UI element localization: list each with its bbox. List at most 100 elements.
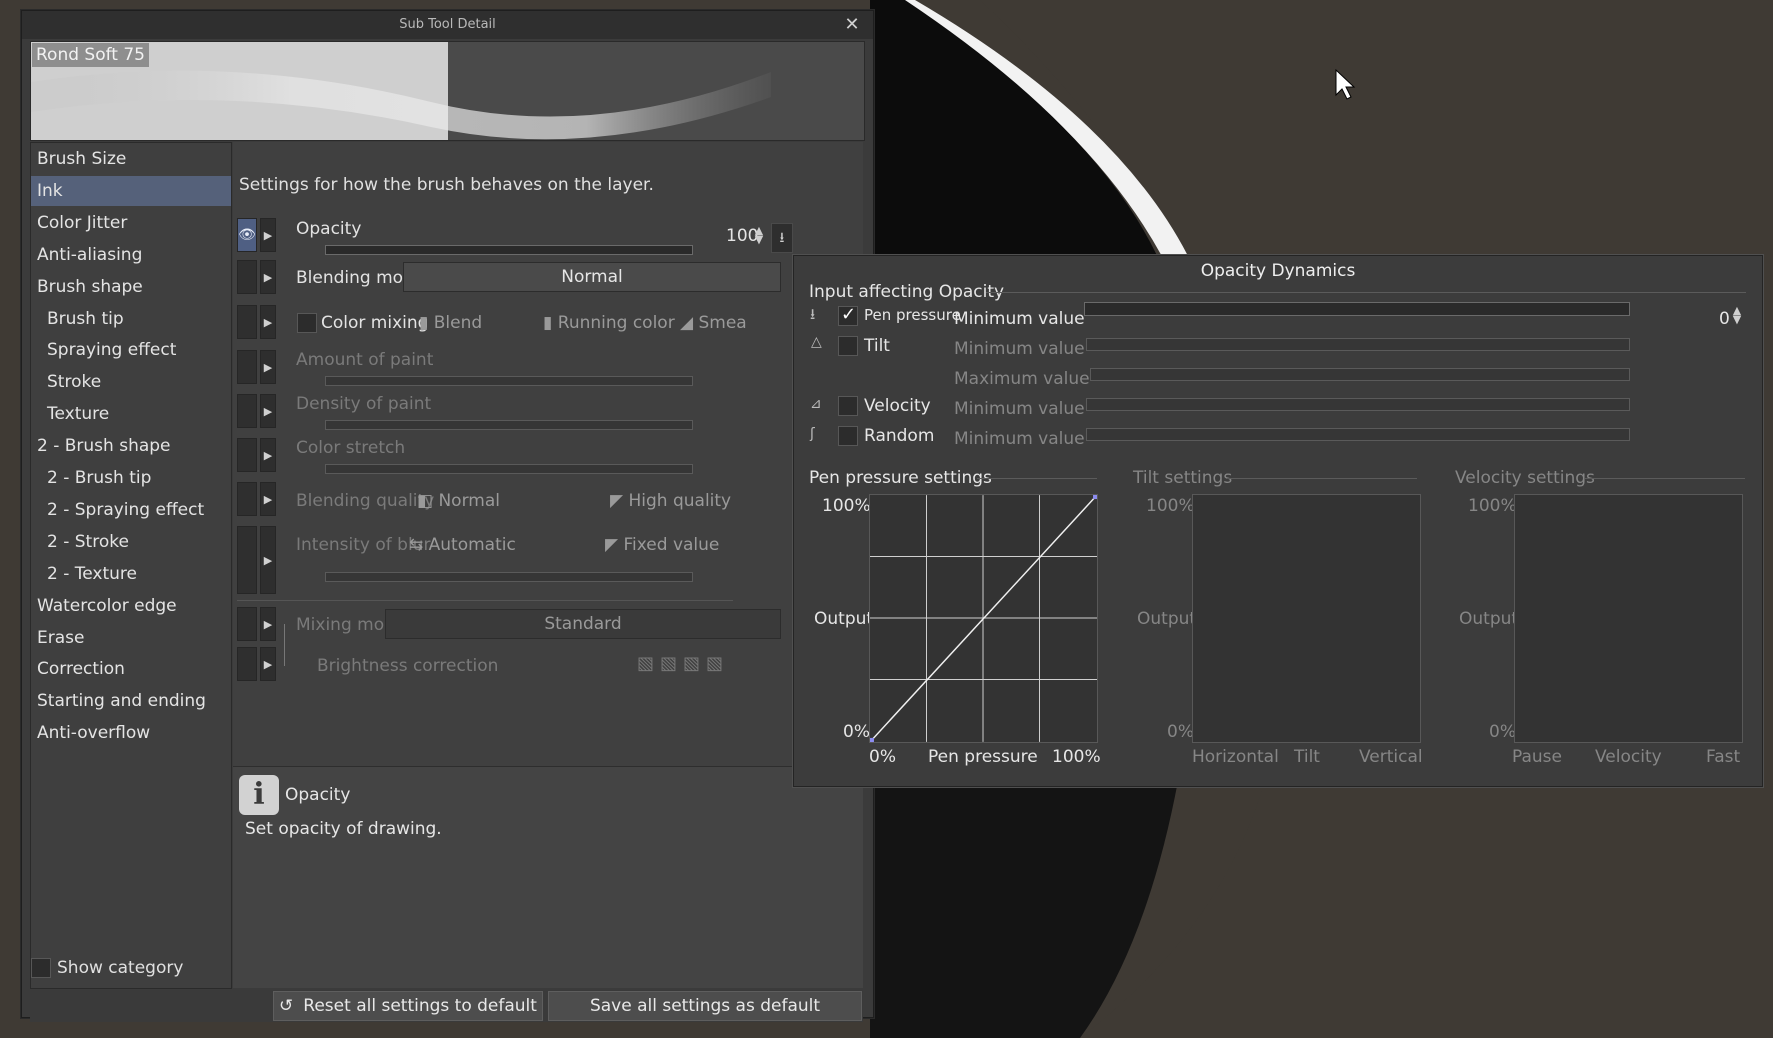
- pen-pressure-spinner[interactable]: ▲ ▼: [1731, 305, 1743, 325]
- vel-x-left: Pause: [1512, 747, 1562, 767]
- category-item[interactable]: Anti-aliasing: [31, 240, 231, 270]
- velocity-min-slider[interactable]: [1086, 398, 1630, 411]
- mixing-mode-expand-arrow[interactable]: ▶: [260, 607, 276, 641]
- tilt-x-left: Horizontal: [1192, 747, 1279, 767]
- tilt-max-slider[interactable]: [1090, 368, 1630, 381]
- blending-quality-eye[interactable]: [237, 482, 257, 516]
- category-item[interactable]: Erase: [31, 623, 231, 653]
- reset-label: Reset all settings to default: [303, 996, 537, 1016]
- running-color-option[interactable]: ▮ Running color: [543, 313, 675, 333]
- color-mixing-checkbox[interactable]: [297, 313, 317, 333]
- density-of-paint-expand-arrow[interactable]: ▶: [260, 394, 276, 428]
- random-min-slider[interactable]: [1086, 428, 1630, 441]
- tilt-settings-title: Tilt settings: [1133, 468, 1233, 488]
- color-mixing-expand-arrow[interactable]: ▶: [260, 305, 276, 339]
- category-item[interactable]: Watercolor edge: [31, 591, 231, 621]
- opacity-expand-arrow[interactable]: ▶: [260, 218, 276, 252]
- dialog-title: Sub Tool Detail: [22, 11, 873, 39]
- blending-quality-normal-option[interactable]: ◧ Normal: [417, 491, 500, 511]
- category-description: Settings for how the brush behaves on th…: [239, 175, 654, 195]
- pen-pressure-min-label: Minimum value: [954, 309, 1085, 329]
- category-item[interactable]: Brush tip: [31, 304, 231, 334]
- color-mixing-eye[interactable]: [237, 305, 257, 339]
- blending-quality-expand-arrow[interactable]: ▶: [260, 482, 276, 516]
- category-item[interactable]: Starting and ending: [31, 686, 231, 716]
- category-item[interactable]: 2 - Texture: [31, 559, 231, 589]
- pen-pressure-curve-graph[interactable]: [869, 494, 1098, 743]
- info-icon: i: [239, 775, 279, 815]
- category-item[interactable]: Color Jitter: [31, 208, 231, 238]
- category-item[interactable]: Spraying effect: [31, 335, 231, 365]
- blend-option[interactable]: ▮ Blend: [419, 313, 482, 333]
- reset-icon: ↺: [279, 996, 294, 1016]
- amount-of-paint-slider[interactable]: [325, 376, 693, 386]
- amount-of-paint-expand-arrow[interactable]: ▶: [260, 350, 276, 384]
- category-item[interactable]: 2 - Stroke: [31, 527, 231, 557]
- category-item[interactable]: 2 - Brush tip: [31, 463, 231, 493]
- category-item[interactable]: 2 - Spraying effect: [31, 495, 231, 525]
- opacity-label: Opacity: [296, 219, 362, 239]
- category-item[interactable]: Brush shape: [31, 272, 231, 302]
- color-stretch-slider[interactable]: [325, 464, 693, 474]
- color-stretch-expand-arrow[interactable]: ▶: [260, 438, 276, 472]
- intensity-of-blur-expand-arrow[interactable]: ▶: [260, 526, 276, 594]
- category-item[interactable]: 2 - Brush shape: [31, 431, 231, 461]
- blur-fixed-label: Fixed value: [623, 535, 720, 555]
- pen-pressure-label: Pen pressure: [864, 306, 961, 324]
- blur-automatic-option[interactable]: ⇆ Automatic: [409, 535, 516, 555]
- density-of-paint-slider[interactable]: [325, 420, 693, 430]
- blend-label: Blend: [433, 313, 483, 333]
- help-text: Set opacity of drawing.: [245, 819, 442, 839]
- blending-mode-select[interactable]: Normal: [403, 262, 781, 292]
- category-item[interactable]: Correction: [31, 654, 231, 684]
- pp-y-bottom: 0%: [843, 722, 870, 742]
- pen-pressure-settings-title: Pen pressure settings: [809, 468, 992, 488]
- tilt-min-slider[interactable]: [1086, 338, 1630, 351]
- show-category-label: Show category: [57, 958, 184, 978]
- blending-quality-label: Blending quality: [296, 491, 435, 511]
- mixing-mode-select[interactable]: Standard: [385, 609, 781, 639]
- smear-option[interactable]: ◢ Smea: [680, 313, 747, 333]
- brightness-correction-options[interactable]: ▧▧▧▧: [637, 653, 729, 674]
- category-item[interactable]: Anti-overflow: [31, 718, 231, 748]
- category-item[interactable]: Stroke: [31, 367, 231, 397]
- brightness-correction-expand-arrow[interactable]: ▶: [260, 647, 276, 681]
- show-category-checkbox[interactable]: [31, 958, 51, 978]
- tilt-y-top: 100%: [1146, 496, 1195, 516]
- opacity-eye-icon[interactable]: 👁: [237, 218, 257, 252]
- amount-of-paint-label: Amount of paint: [296, 350, 434, 370]
- blending-mode-eye[interactable]: [237, 260, 257, 294]
- category-item[interactable]: Ink: [31, 175, 231, 206]
- blending-quality-high-option[interactable]: ◤ High quality: [610, 491, 731, 511]
- pen-pressure-min-slider[interactable]: [1084, 302, 1630, 316]
- pp-y-mid: Output: [814, 609, 874, 629]
- smear-label: Smea: [698, 313, 747, 333]
- mixing-mode-eye[interactable]: [237, 607, 257, 641]
- color-stretch-eye[interactable]: [237, 438, 257, 472]
- sub-tool-detail-dialog: Sub Tool Detail ✕ Rond Soft 75 Brush Siz…: [21, 10, 874, 1022]
- random-icon: ʃ: [810, 426, 815, 442]
- density-of-paint-eye[interactable]: [237, 394, 257, 428]
- pen-pressure-checkbox[interactable]: [838, 304, 858, 326]
- opacity-slider[interactable]: [325, 245, 693, 255]
- amount-of-paint-eye[interactable]: [237, 350, 257, 384]
- blur-fixed-option[interactable]: ◤ Fixed value: [605, 535, 719, 555]
- blending-mode-expand-arrow[interactable]: ▶: [260, 260, 276, 294]
- intensity-of-blur-eye[interactable]: [237, 526, 257, 594]
- reset-defaults-button[interactable]: ↺ Reset all settings to default: [273, 991, 543, 1021]
- show-category-toggle[interactable]: Show category: [31, 957, 183, 979]
- brightness-correction-eye[interactable]: [237, 647, 257, 681]
- opacity-dynamics-icon[interactable]: ⭳: [771, 223, 793, 253]
- tilt-checkbox[interactable]: [838, 336, 858, 356]
- random-checkbox[interactable]: [838, 426, 858, 446]
- category-item[interactable]: Brush Size: [31, 144, 231, 174]
- save-defaults-button[interactable]: Save all settings as default: [548, 991, 862, 1021]
- category-item[interactable]: Texture: [31, 399, 231, 429]
- brush-name: Rond Soft 75: [32, 43, 149, 67]
- intensity-of-blur-slider[interactable]: [325, 572, 693, 582]
- tilt-settings-line: [1227, 478, 1417, 479]
- velocity-checkbox[interactable]: [838, 396, 858, 416]
- close-icon[interactable]: ✕: [841, 14, 863, 36]
- pen-pressure-min-value[interactable]: 0: [1719, 309, 1730, 329]
- opacity-spinner[interactable]: ▲ ▼: [753, 225, 765, 245]
